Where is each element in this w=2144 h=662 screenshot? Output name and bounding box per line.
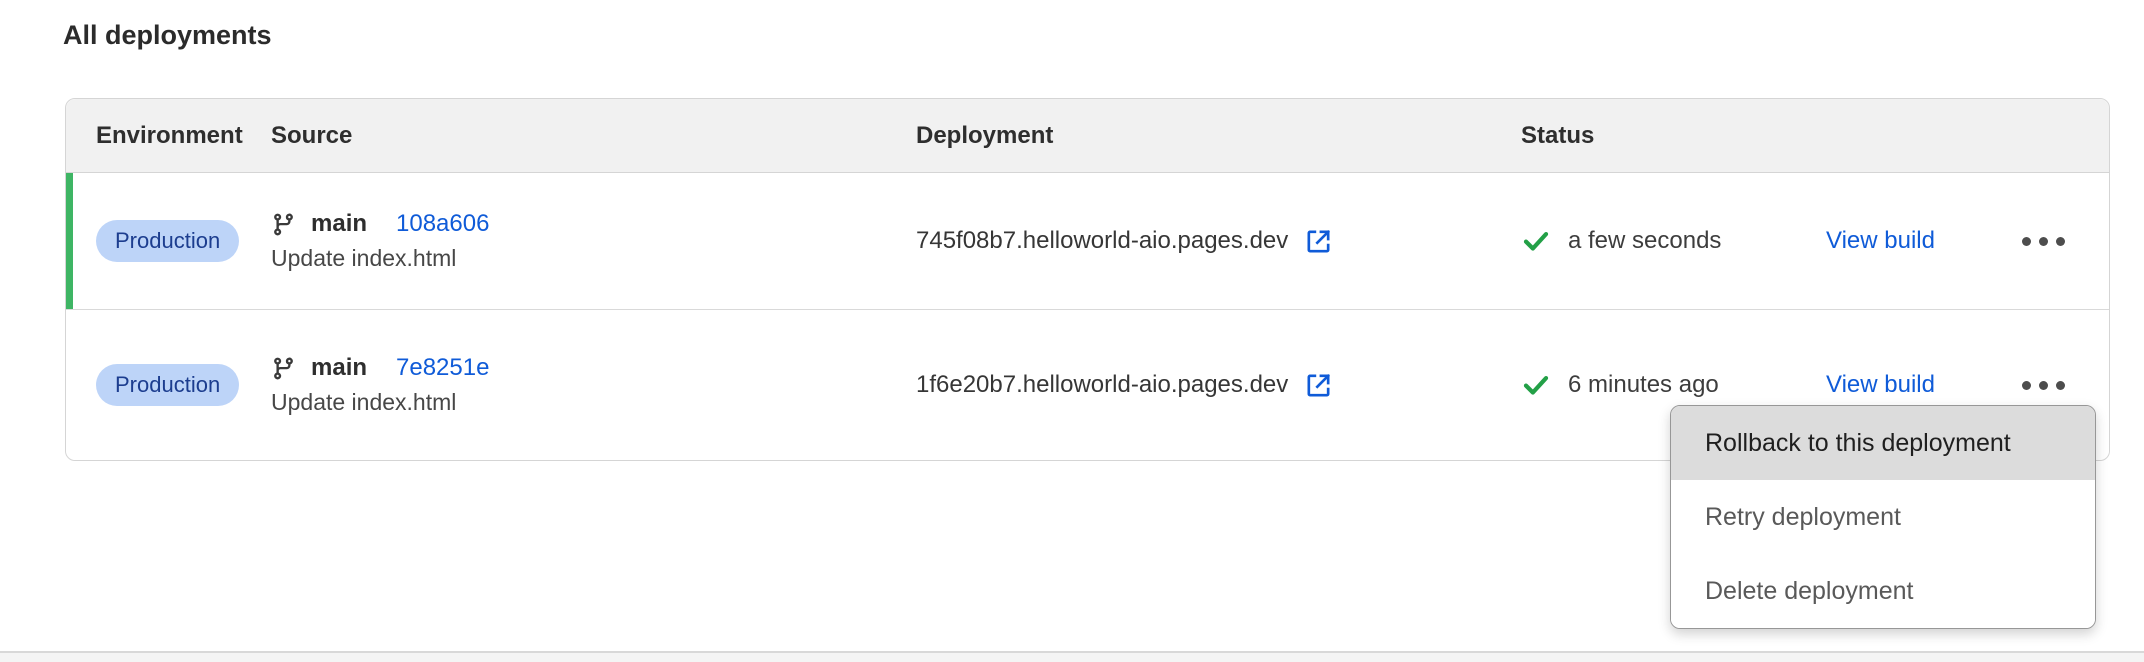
view-build-link[interactable]: View build [1826,227,1935,254]
branch-name: main [311,210,367,238]
menu-item-rollback[interactable]: Rollback to this deployment [1671,406,2095,480]
page-title: All deployments [63,20,272,51]
git-branch-icon [271,212,296,237]
branch-name: main [311,354,367,382]
column-header-status: Status [1521,122,1826,150]
commit-link[interactable]: 7e8251e [396,354,489,382]
menu-item-delete[interactable]: Delete deployment [1671,554,2095,628]
table-row: Production main 108a606 Update index.htm… [66,173,2109,310]
deployment-actions-button[interactable] [2018,229,2069,254]
check-icon [1521,226,1551,256]
bottom-divider [0,651,2144,662]
column-header-environment: Environment [66,122,271,150]
commit-message: Update index.html [271,389,916,416]
deployment-context-menu: Rollback to this deployment Retry deploy… [1670,405,2096,629]
ellipsis-icon [2022,381,2031,390]
external-link-icon[interactable] [1304,227,1333,256]
git-branch-icon [271,356,296,381]
environment-badge: Production [96,364,239,406]
column-header-source: Source [271,122,916,150]
ellipsis-icon [2022,237,2031,246]
deployment-url: 745f08b7.helloworld-aio.pages.dev [916,227,1288,255]
commit-link[interactable]: 108a606 [396,210,489,238]
status-text: 6 minutes ago [1568,371,1719,399]
commit-message: Update index.html [271,245,916,272]
external-link-icon[interactable] [1304,371,1333,400]
view-build-link[interactable]: View build [1826,371,1935,398]
deployment-actions-button[interactable] [2018,373,2069,398]
environment-badge: Production [96,220,239,262]
deployment-url: 1f6e20b7.helloworld-aio.pages.dev [916,371,1288,399]
menu-item-retry[interactable]: Retry deployment [1671,480,2095,554]
column-header-deployment: Deployment [916,122,1521,150]
table-header-row: Environment Source Deployment Status [66,99,2109,173]
status-text: a few seconds [1568,227,1721,255]
current-deployment-indicator [66,173,73,309]
check-icon [1521,370,1551,400]
